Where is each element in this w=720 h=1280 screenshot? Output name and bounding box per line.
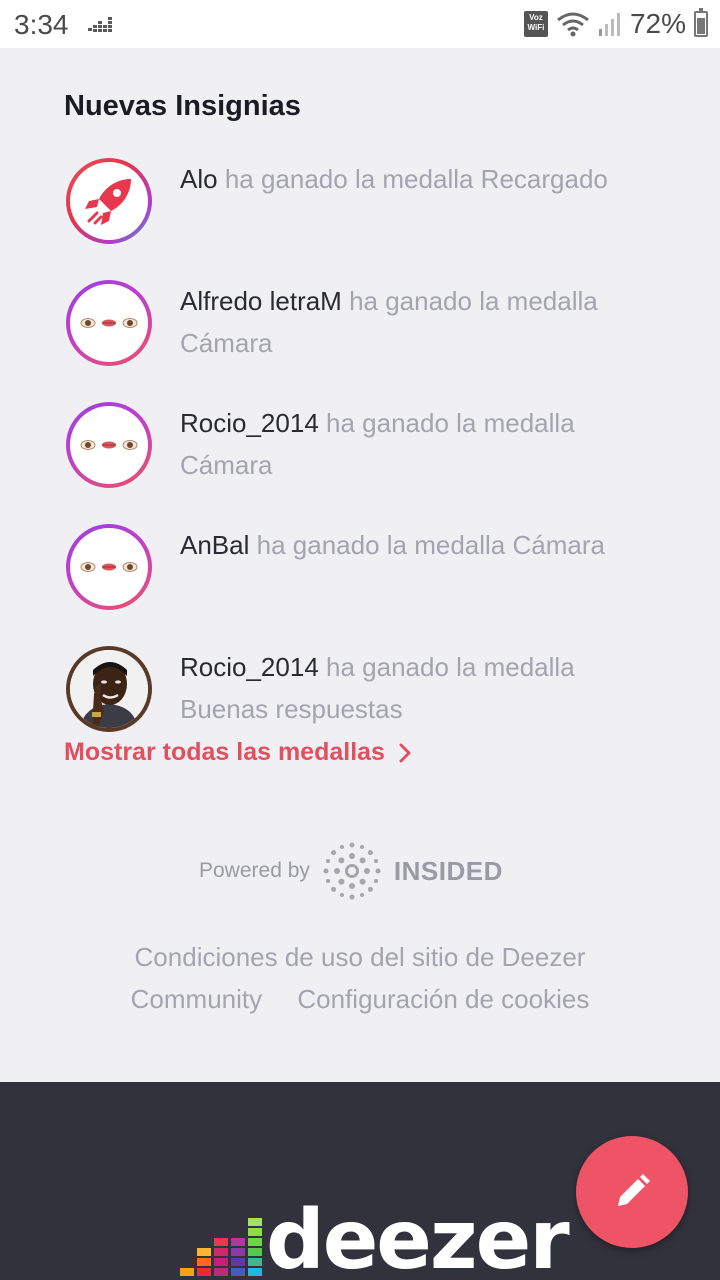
badge-user[interactable]: Alfredo letraM (180, 286, 342, 316)
compose-fab-button[interactable] (576, 1136, 688, 1248)
battery-icon (694, 8, 708, 37)
battery-percent: 72% (629, 8, 686, 39)
badge-item[interactable]: Rocio_2014 ha ganado la medalla Cámara (64, 400, 664, 500)
status-bar: 3:34 Voz WiFi 72% (0, 0, 720, 48)
signal-icon (598, 13, 620, 36)
deezer-equalizer-icon (180, 1218, 262, 1276)
badge-user[interactable]: Alo (180, 164, 218, 194)
show-all-label: Mostrar todas las medallas (64, 738, 385, 766)
badge-user[interactable]: Rocio_2014 (180, 408, 319, 438)
badge-avatar[interactable] (66, 646, 152, 732)
insided-brand: INSIDED (393, 855, 503, 886)
badge-item[interactable]: Alo ha ganado la medalla Recargado (64, 156, 664, 256)
badge-avatar[interactable] (66, 280, 152, 366)
thinking-man-icon (70, 650, 148, 728)
status-time: 3:34 (14, 9, 69, 40)
volte-icon: Voz WiFi (523, 11, 548, 37)
terms-link[interactable]: Condiciones de uso del sitio de Deezer (60, 936, 660, 978)
badge-user[interactable]: AnBal (180, 530, 249, 560)
eyes-mouth-icon (80, 440, 138, 450)
badge-item[interactable]: Rocio_2014 ha ganado la medalla Buenas r… (64, 644, 664, 744)
badge-text: Rocio_2014 ha ganado la medalla Buenas r… (180, 646, 660, 730)
badge-text: Alo ha ganado la medalla Recargado (180, 158, 660, 200)
eyes-mouth-icon (80, 562, 138, 572)
equalizer-icon (88, 17, 112, 32)
badge-text: Alfredo letraM ha ganado la medalla Cáma… (180, 280, 660, 364)
badge-item[interactable]: AnBal ha ganado la medalla Cámara (64, 522, 664, 622)
footer-links: Condiciones de uso del sitio de Deezer C… (60, 936, 660, 1020)
wifi-icon (557, 12, 589, 37)
badge-text: AnBal ha ganado la medalla Cámara (180, 524, 660, 566)
show-all-badges-link[interactable]: Mostrar todas las medallas (64, 738, 411, 767)
community-link[interactable]: Community (131, 984, 262, 1014)
badge-avatar[interactable] (66, 524, 152, 610)
section-title: Nuevas Insignias (64, 90, 301, 122)
badge-description: ha ganado la medalla Recargado (224, 164, 608, 194)
pencil-icon (618, 1174, 650, 1206)
powered-by[interactable]: Powered by INSIDED (199, 840, 529, 902)
chevron-right-icon (399, 743, 411, 762)
deezer-wordmark: deezer (266, 1193, 570, 1280)
badge-description: ha ganado la medalla Cámara (256, 530, 605, 560)
rocket-icon (85, 179, 131, 225)
powered-by-label: Powered by (199, 859, 310, 882)
status-right: Voz WiFi 72% (523, 8, 708, 40)
badge-avatar[interactable] (66, 402, 152, 488)
deezer-logo[interactable]: deezer (180, 1193, 570, 1280)
badge-text: Rocio_2014 ha ganado la medalla Cámara (180, 402, 660, 486)
badge-avatar[interactable] (66, 158, 152, 244)
insided-logo-icon (323, 842, 381, 900)
eyes-mouth-icon (80, 318, 138, 328)
badge-item[interactable]: Alfredo letraM ha ganado la medalla Cáma… (64, 278, 664, 378)
badge-user[interactable]: Rocio_2014 (180, 652, 319, 682)
cookie-settings-link[interactable]: Configuración de cookies (297, 984, 589, 1014)
